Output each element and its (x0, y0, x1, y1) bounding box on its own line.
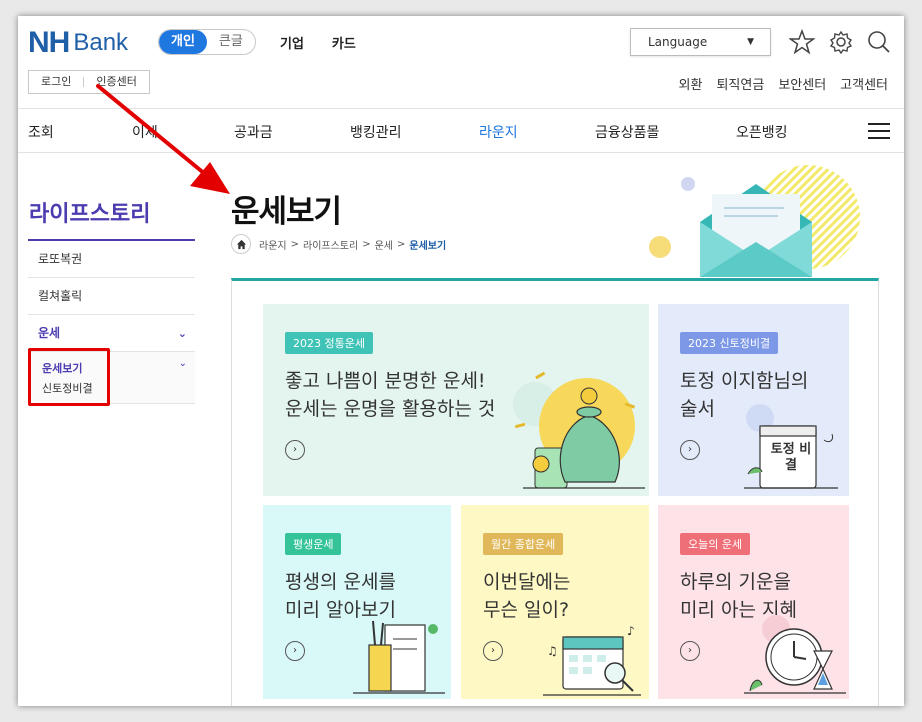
breadcrumb-item[interactable]: 라이프스토리 (303, 237, 358, 252)
clock-hourglass-icon (744, 615, 846, 694)
card-daily-fortune[interactable]: 오늘의 운세 하루의 기운을 미리 아는 지혜 › (658, 505, 849, 699)
sidebar-title: 라이프스토리 (29, 202, 151, 227)
util-security-center[interactable]: 보안센터 (778, 74, 826, 93)
card-tag: 월간 종합운세 (483, 533, 564, 555)
sidebar-item-fortune[interactable]: 운세 ⌄ (28, 315, 195, 352)
gear-icon[interactable] (828, 29, 854, 55)
star-icon[interactable] (789, 29, 815, 55)
chevron-down-icon: ⌄ (177, 327, 187, 340)
utility-links: 외환 퇴직연금 보안센터 고객센터 (679, 74, 888, 93)
segment-large-font[interactable]: 큰글 (207, 30, 255, 54)
card-annual-fortune[interactable]: 2023 정통운세 좋고 나쁨이 분명한 운세! 운세는 운명을 활용하는 것 … (263, 304, 649, 496)
menu-utility-bills[interactable]: 공과금 (234, 122, 273, 142)
top-nav: 기업 카드 (280, 33, 356, 52)
menu-open-banking[interactable]: 오픈뱅킹 (736, 122, 788, 142)
home-icon[interactable] (231, 234, 251, 254)
arrow-circle-icon[interactable]: › (285, 641, 305, 661)
pencil-cup-icon (353, 620, 445, 694)
arrow-circle-icon[interactable]: › (680, 641, 700, 661)
breadcrumb-current: 운세보기 (409, 240, 447, 252)
envelope-illustration (649, 165, 860, 277)
card-tag: 오늘의 운세 (680, 533, 751, 555)
hamburger-menu-icon[interactable] (868, 123, 890, 139)
breadcrumb-separator: > (397, 238, 406, 250)
menu-transfer[interactable]: 이체 (132, 122, 158, 142)
breadcrumb-item[interactable]: 라운지 (259, 237, 287, 252)
card-title-line1: 토정 이지함님의 (680, 370, 809, 392)
logo-nh: NH (28, 26, 70, 59)
topnav-card[interactable]: 카드 (332, 33, 356, 52)
auth-center-button[interactable]: 인증센터 (84, 71, 148, 93)
segment-personal[interactable]: 개인 (159, 30, 207, 54)
money-bag-icon (513, 371, 645, 489)
svg-text:♪: ♪ (627, 624, 635, 638)
menu-banking-management[interactable]: 뱅킹관리 (350, 122, 402, 142)
sidebar-item-culture[interactable]: 컬쳐홀릭 (28, 278, 195, 315)
breadcrumb-item[interactable]: 운세 (375, 237, 393, 252)
arrow-circle-icon[interactable]: › (680, 440, 700, 460)
chevron-down-icon: ⌄ (178, 358, 187, 369)
arrow-circle-icon[interactable]: › (483, 641, 503, 661)
card-title-line1: 이번달에는 (483, 571, 571, 593)
breadcrumb-separator: > (362, 238, 371, 250)
card-tag: 평생운세 (285, 533, 342, 555)
util-pension[interactable]: 퇴직연금 (716, 74, 764, 93)
language-select[interactable]: Language ▼ (630, 28, 771, 56)
search-icon[interactable] (866, 29, 892, 55)
sidebar-item-label: 컬쳐홀릭 (38, 289, 83, 303)
book-cover-text: 토정 비결 (770, 442, 812, 473)
card-title-line2: 운세는 운명을 활용하는 것 (285, 398, 496, 420)
card-title-line1: 좋고 나쁨이 분명한 운세! (285, 370, 486, 392)
breadcrumb: 라운지 > 라이프스토리 > 운세 > 운세보기 (231, 234, 446, 254)
card-tojeong-bigyeol[interactable]: 2023 신토정비결 토정 이지함님의 술서 › 토정 비결 (658, 304, 849, 496)
breadcrumb-separator: > (290, 238, 299, 250)
highlight-box (28, 348, 110, 406)
browser-frame: NH Bank 개인 큰글 기업 카드 Language ▼ 로그인 인증센터 … (18, 16, 904, 706)
menu-financial-products[interactable]: 금융상품몰 (595, 122, 659, 142)
util-forex[interactable]: 외환 (679, 74, 703, 93)
menu-inquiry[interactable]: 조회 (28, 122, 54, 142)
main-menu: 조회 이체 공과금 뱅킹관리 라운지 금융상품몰 오픈뱅킹 (18, 108, 904, 153)
caret-down-icon: ▼ (747, 37, 754, 47)
card-title-line1: 하루의 기운을 (680, 571, 791, 593)
page-title: 운세보기 (231, 194, 342, 230)
personal-largefont-toggle[interactable]: 개인 큰글 (158, 29, 256, 55)
arrow-circle-icon[interactable]: › (285, 440, 305, 460)
util-customer-center[interactable]: 고객센터 (840, 74, 888, 93)
card-monthly-fortune[interactable]: 월간 종합운세 이번달에는 무슨 일이? › ♫ ♪ (461, 505, 649, 699)
card-tag: 2023 신토정비결 (680, 332, 779, 354)
nh-bank-logo[interactable]: NH Bank (28, 26, 128, 60)
login-button[interactable]: 로그인 (29, 71, 83, 93)
card-title-line2: 술서 (680, 398, 715, 420)
sidebar-item-label: 운세 (38, 326, 61, 340)
sidebar-item-lotto[interactable]: 로또복권 (28, 241, 195, 278)
login-buttons: 로그인 인증센터 (28, 70, 150, 94)
menu-lounge[interactable]: 라운지 (479, 122, 518, 142)
card-tag: 2023 정통운세 (285, 332, 373, 354)
svg-text:♫: ♫ (547, 644, 558, 658)
topnav-business[interactable]: 기업 (280, 33, 304, 52)
sidebar-item-label: 로또복권 (38, 252, 83, 266)
logo-bank: Bank (73, 29, 129, 56)
calendar-icon: ♫ ♪ (543, 624, 641, 696)
card-lifetime-fortune[interactable]: 평생운세 평생의 운세를 미리 알아보기 › (263, 505, 451, 699)
language-label: Language (648, 35, 708, 49)
card-title-line1: 평생의 운세를 (285, 571, 396, 593)
